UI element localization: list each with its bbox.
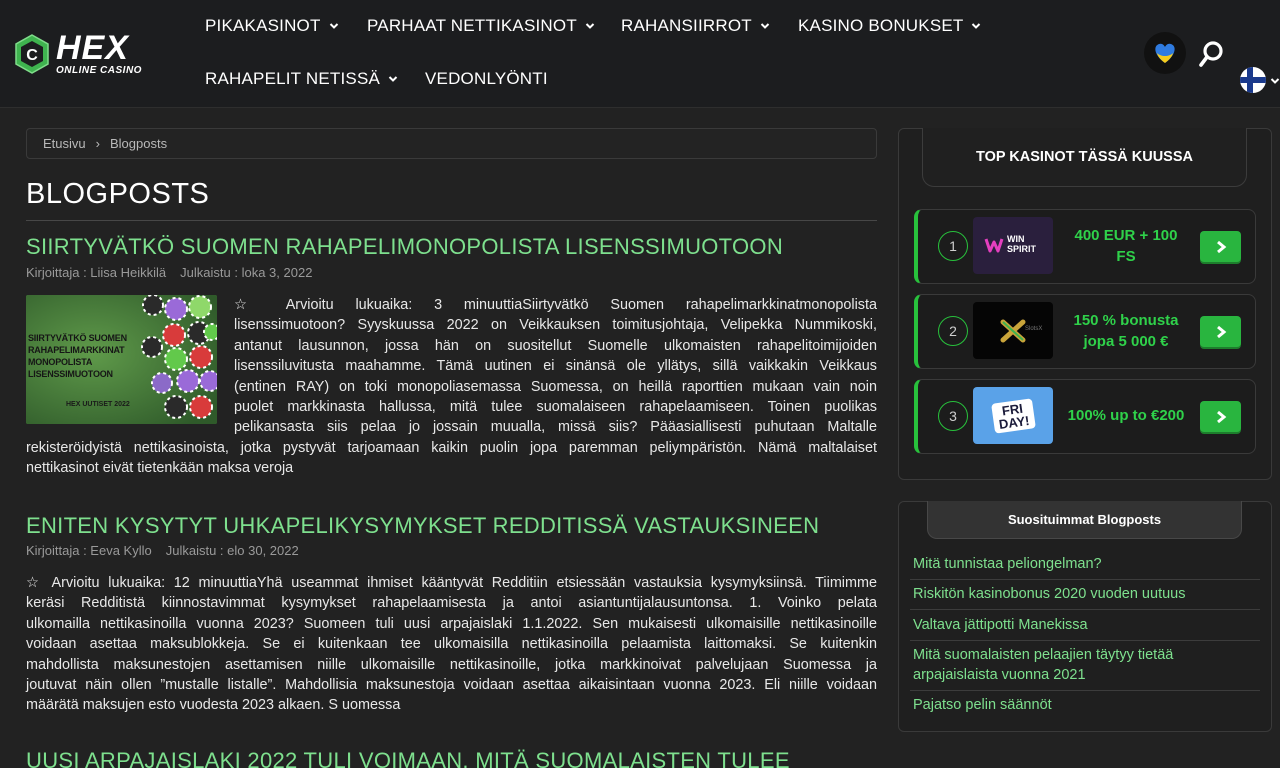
popular-post-link[interactable]: Pajatso pelin säännöt <box>913 695 1260 720</box>
post-excerpt: ☆ Arvioitu lukuaika: 3 minuuttiaSiirtyvä… <box>234 297 877 436</box>
chevron-right-icon <box>1216 240 1226 253</box>
hex-logo-icon: C <box>15 34 49 74</box>
thumbnail-footer: HEX UUTISET 2022 <box>66 401 130 408</box>
nav-vedonlyonti[interactable]: VEDONLYÖNTI <box>425 69 548 89</box>
casino-rank: 2 <box>938 316 968 346</box>
breadcrumb-separator: › <box>95 136 100 151</box>
thumbnail-text: LISENSSIMUOTOON <box>28 369 113 379</box>
divider <box>910 609 1260 610</box>
post-excerpt: ☆ Arvioitu lukuaika: 12 minuuttiaYhä use… <box>26 575 877 714</box>
page-title: BLOGPOSTS <box>26 178 210 210</box>
friday-logo[interactable]: FRI DAY! <box>973 387 1053 444</box>
breadcrumb-current: Blogposts <box>109 136 168 151</box>
casino-logo-text: DAY! <box>997 412 1031 432</box>
chevron-down-icon <box>972 23 981 29</box>
popular-post-link[interactable]: Mitä tunnistaa peliongelman? <box>913 554 1260 579</box>
popular-posts-title: Suosituimmat Blogposts <box>927 501 1242 539</box>
chevron-down-icon <box>760 23 770 29</box>
casino-bonus: 100% up to €200 <box>1067 407 1185 425</box>
logo-subtitle: ONLINE CASINO <box>56 64 142 76</box>
post-title[interactable]: SIIRTYVÄTKÖ SUOMEN RAHAPELIMONOPOLISTA L… <box>26 234 783 260</box>
nav-parhaat-nettikasinot[interactable]: PARHAAT NETTIKASINOT <box>367 16 595 36</box>
thumbnail-text: RAHAPELIMARKKINAT <box>28 345 125 355</box>
svg-text:C: C <box>26 47 38 64</box>
casino-logo-text: WIN <box>1007 234 1025 244</box>
finland-flag-icon[interactable] <box>1240 66 1268 94</box>
popular-post-link[interactable]: Riskitön kasinobonus 2020 vuoden uutuus <box>913 584 1260 609</box>
casino-logo-text: SPIRIT <box>1007 244 1037 254</box>
casino-rank: 3 <box>938 401 968 431</box>
thumbnail-text: MONOPOLISTA <box>28 357 93 367</box>
nav-rahansiirrot[interactable]: RAHANSIIRROT <box>621 16 770 36</box>
title-divider <box>26 220 877 221</box>
casino-bonus: 400 EUR + 100 FS <box>1074 227 1178 265</box>
breadcrumb: Etusivu › Blogposts <box>26 128 877 159</box>
casino-go-button[interactable] <box>1200 231 1241 262</box>
site-header: C HEX ONLINE CASINO PIKAKASINOT PARHAAT … <box>0 0 1280 108</box>
nav-pikakasinot[interactable]: PIKAKASINOT <box>205 16 339 36</box>
chevron-down-icon <box>388 76 398 82</box>
top-casinos-title: TOP KASINOT TÄSSÄ KUUSSA <box>922 128 1247 187</box>
site-logo[interactable]: C HEX ONLINE CASINO <box>14 28 179 76</box>
post-title[interactable]: ENITEN KYSYTYT UHKAPELIKYSYMYKSET REDDIT… <box>26 513 819 539</box>
language-chevron-icon[interactable] <box>1270 76 1280 86</box>
post-title[interactable]: UUSI ARPAJAISLAKI 2022 TULI VOIMAAN, MIT… <box>26 748 790 768</box>
casino-bonus: 150 % bonusta jopa 5 000 € <box>1073 312 1179 350</box>
chevron-right-icon <box>1216 410 1226 423</box>
chevron-down-icon <box>585 23 595 29</box>
divider <box>910 640 1260 641</box>
casino-row[interactable]: 1 WIN SPIRIT 400 EUR + 100 FS <box>914 209 1256 284</box>
casino-logo-text: SlotsX <box>1025 326 1043 332</box>
post-author: Kirjoittaja : Eeva Kyllo <box>26 543 152 558</box>
thumbnail-text: SIIRTYVÄTKÖ SUOMEN <box>28 333 127 343</box>
post-author: Kirjoittaja : Liisa Heikkilä <box>26 265 167 280</box>
slotsx-logo[interactable]: SlotsX <box>973 302 1053 359</box>
post-meta: Kirjoittaja : Eeva Kyllo Julkaistu : elo … <box>26 543 299 558</box>
post-date: Julkaistu : elo 30, 2022 <box>165 543 299 558</box>
chevron-down-icon <box>329 23 338 29</box>
divider <box>910 579 1260 580</box>
divider <box>910 690 1260 691</box>
post-meta: Kirjoittaja : Liisa Heikkilä Julkaistu : … <box>26 265 312 280</box>
post-thumbnail[interactable]: SIIRTYVÄTKÖ SUOMEN RAHAPELIMARKKINAT MON… <box>26 295 217 424</box>
nav-kasino-bonukset[interactable]: KASINO BONUKSET <box>798 16 981 36</box>
casino-go-button[interactable] <box>1200 316 1241 347</box>
chevron-right-icon <box>1216 325 1226 338</box>
casino-row[interactable]: 2 SlotsX 150 % bonusta jopa 5 000 € <box>914 294 1256 369</box>
post-date: Julkaistu : loka 3, 2022 <box>180 265 313 280</box>
casino-rank: 1 <box>938 231 968 261</box>
search-icon[interactable] <box>1199 40 1225 68</box>
breadcrumb-home[interactable]: Etusivu <box>43 136 86 151</box>
casino-row[interactable]: 3 FRI DAY! 100% up to €200 <box>914 379 1256 454</box>
popular-post-link[interactable]: Valtava jättipotti Manekissa <box>913 615 1260 640</box>
nav-rahapelit-netissa[interactable]: RAHAPELIT NETISSÄ <box>205 69 398 89</box>
ukraine-heart-icon[interactable] <box>1144 32 1186 74</box>
casino-go-button[interactable] <box>1200 401 1241 432</box>
post-excerpt-continued: rekisteröidyistä nettikasinoista, jotka … <box>26 440 877 477</box>
popular-post-link[interactable]: Mitä suomalaisten pelaajien täytyy tietä… <box>913 645 1260 690</box>
logo-title: HEX <box>56 28 129 67</box>
winspirit-logo[interactable]: WIN SPIRIT <box>973 217 1053 274</box>
